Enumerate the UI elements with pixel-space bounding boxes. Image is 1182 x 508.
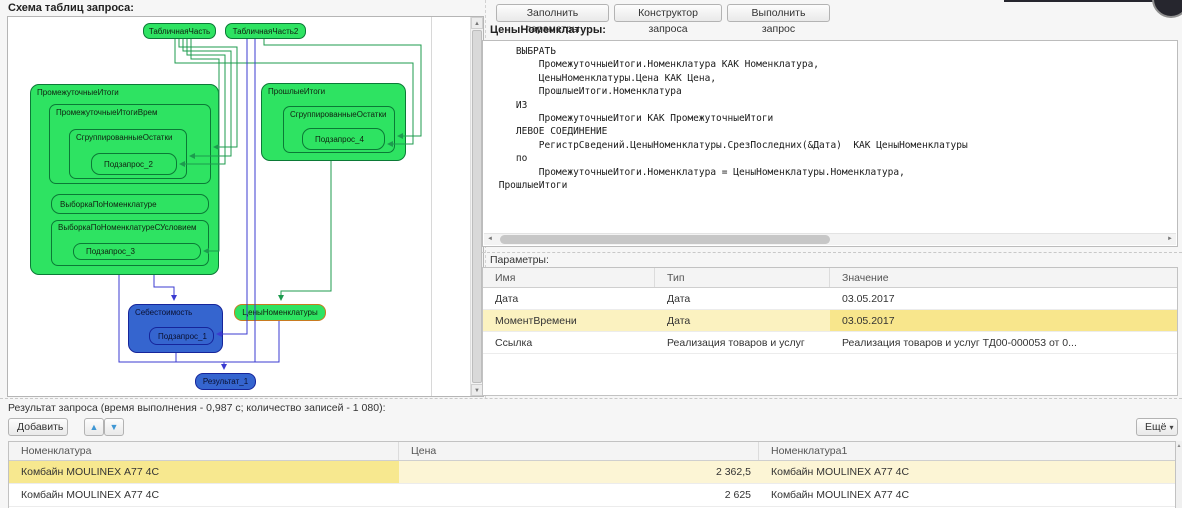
parameters-table-header: Имя Тип Значение [483,268,1177,288]
parameter-row-ssylka[interactable]: Ссылка Реализация товаров и услуг Реализ… [483,332,1177,354]
query-constructor-button[interactable]: Конструктор запроса [614,4,722,22]
diagram-box-podzapros-1[interactable]: Подзапрос_1 [149,327,214,345]
result-section-title: Результат запроса (время выполнения - 0,… [8,402,386,414]
query-params-splitter[interactable] [482,252,1182,253]
diagram-box-tablichnaya-chast2[interactable]: ТабличнаяЧасть2 [225,23,306,39]
up-arrow-icon: ▲ [90,422,99,432]
scroll-right-icon[interactable]: ► [1164,234,1176,245]
parameter-row-moment-vremeni[interactable]: МоментВремени Дата 03.05.2017 [483,310,1177,332]
results-vertical-scrollbar[interactable]: ▲ [1176,441,1182,508]
dropdown-arrow-icon: ▾ [1169,423,1173,432]
query-scrollbar-thumb[interactable] [500,235,830,244]
query-schema-diagram: ТабличнаяЧасть ТабличнаяЧасть2 Промежуто… [7,16,484,397]
result-row-1[interactable]: Комбайн MOULINEX А77 4С 2 362,5 Комбайн … [9,461,1175,484]
results-table-header: Номенклатура Цена Номенклатура1 [9,442,1175,461]
diagram-scrollbar-thumb[interactable] [472,30,482,383]
video-overlay-circle [1152,0,1182,18]
parameter-row-data[interactable]: Дата Дата 03.05.2017 [483,288,1177,310]
result-col-price[interactable]: Цена [399,442,759,460]
more-button[interactable]: Ещё▾ [1136,418,1178,436]
diagram-box-podzapros-4[interactable]: Подзапрос_4 [302,128,385,150]
results-scroll-up-icon[interactable]: ▲ [1176,443,1182,449]
diagram-box-tablichnaya-chast[interactable]: ТабличнаяЧасть [143,23,216,39]
query-text-content[interactable]: ВЫБРАТЬ ПромежуточныеИтоги.Номенклатура … [493,45,1161,230]
diagram-box-rezultat-1[interactable]: Результат_1 [195,373,256,390]
selected-result-cell[interactable]: Комбайн MOULINEX А77 4С [9,461,399,483]
results-splitter[interactable] [0,398,1182,399]
scroll-left-icon[interactable]: ◄ [484,234,496,245]
result-col-nomenclature1[interactable]: Номенклатура1 [759,442,1175,460]
parameters-section-title: Параметры: [490,254,549,266]
execute-query-button[interactable]: Выполнить запрос [727,4,830,22]
results-table: Номенклатура Цена Номенклатура1 Комбайн … [8,441,1176,508]
diagram-box-tseny-nomenklatury[interactable]: ЦеныНоменклатуры [234,304,326,321]
diagram-sheet-boundary [431,17,432,396]
param-col-value[interactable]: Значение [830,268,1177,287]
query-title: ЦеныНоменклатуры: [490,24,606,36]
fill-parameters-button[interactable]: Заполнить параметры [496,4,609,22]
diagram-box-podzapros-2[interactable]: Подзапрос_2 [91,153,177,175]
down-arrow-icon: ▼ [110,422,119,432]
selected-parameter-value-cell[interactable]: 03.05.2017 [830,310,1177,331]
move-down-button[interactable]: ▼ [104,418,124,436]
query-text-editor[interactable]: ВЫБРАТЬ ПромежуточныеИтоги.Номенклатура … [482,40,1178,247]
diagram-box-podzapros-3[interactable]: Подзапрос_3 [73,243,201,260]
diagram-box-vyborka-po-nomenklature[interactable]: ВыборкаПоНоменклатуре [51,194,209,214]
result-col-nomenclature[interactable]: Номенклатура [9,442,399,460]
param-col-type[interactable]: Тип [655,268,830,287]
query-horizontal-scrollbar[interactable]: ◄ ► [484,233,1176,245]
result-row-2[interactable]: Комбайн MOULINEX А77 4С 2 625 Комбайн MO… [9,484,1175,507]
add-button[interactable]: Добавить [8,418,68,436]
parameters-table: Имя Тип Значение Дата Дата 03.05.2017 Мо… [482,267,1178,396]
move-up-button[interactable]: ▲ [84,418,104,436]
scroll-up-icon[interactable]: ▲ [471,17,483,29]
schema-section-title: Схема таблиц запроса: [8,2,134,14]
param-col-name[interactable]: Имя [483,268,655,287]
